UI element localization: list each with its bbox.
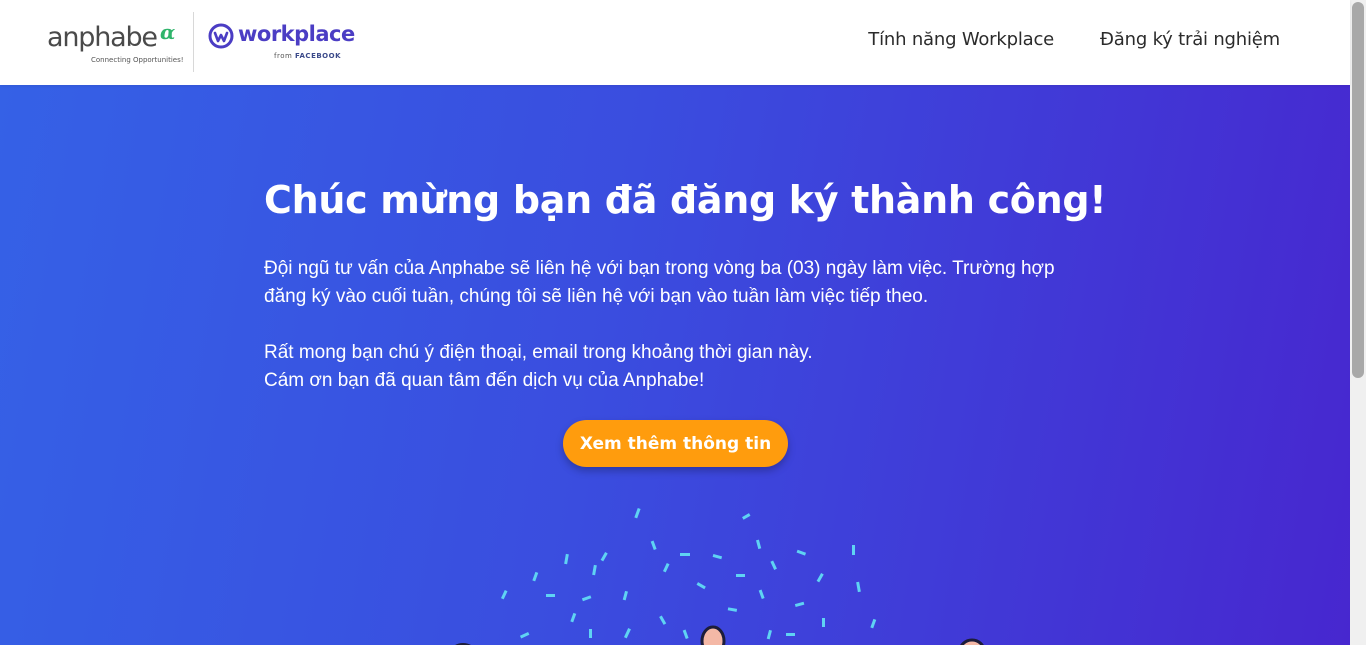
hero-section: Chúc mừng bạn đã đăng ký thành công! Đội… — [0, 85, 1350, 645]
anphabe-wordmark: anphabe — [47, 22, 158, 53]
page-title: Chúc mừng bạn đã đăng ký thành công! — [264, 178, 1107, 222]
workplace-sub-prefix: from — [274, 52, 293, 60]
workplace-sub: from FACEBOOK — [274, 52, 341, 60]
nav-link-register[interactable]: Đăng ký trải nghiệm — [1100, 29, 1280, 50]
workplace-sub-brand: FACEBOOK — [295, 52, 342, 60]
attention-line: Rất mong bạn chú ý điện thoại, email tro… — [264, 342, 813, 363]
confirmation-paragraph: Đội ngũ tư vấn của Anphabe sẽ liên hệ vớ… — [264, 255, 1104, 311]
logo-divider — [193, 12, 194, 72]
workplace-logo[interactable]: workplace from FACEBOOK — [208, 22, 355, 68]
confirmation-line-1: Đội ngũ tư vấn của Anphabe sẽ liên hệ vớ… — [264, 258, 1055, 279]
page-scrollbar[interactable] — [1350, 0, 1366, 645]
main-nav: Tính năng Workplace Đăng ký trải nghiệm — [868, 29, 1280, 50]
hand-illustration — [455, 625, 984, 645]
anphabe-tagline: Connecting Opportunities! — [91, 56, 184, 64]
thank-you-line: Cám ơn bạn đã quan tâm đến dịch vụ của A… — [264, 370, 705, 391]
workplace-wordmark: workplace — [238, 22, 355, 46]
alpha-icon: α — [160, 20, 176, 44]
site-header: anphabe α Connecting Opportunities! work… — [0, 0, 1350, 85]
confirmation-line-2: đăng ký vào cuối tuần, chúng tôi sẽ liên… — [264, 286, 929, 307]
nav-link-features[interactable]: Tính năng Workplace — [868, 29, 1054, 50]
anphabe-logo[interactable]: anphabe α Connecting Opportunities! — [47, 20, 187, 68]
thank-you-paragraph: Rất mong bạn chú ý điện thoại, email tro… — [264, 339, 1104, 395]
workplace-icon — [208, 23, 234, 49]
scrollbar-thumb[interactable] — [1352, 2, 1364, 378]
more-info-button[interactable]: Xem thêm thông tin — [563, 420, 788, 467]
